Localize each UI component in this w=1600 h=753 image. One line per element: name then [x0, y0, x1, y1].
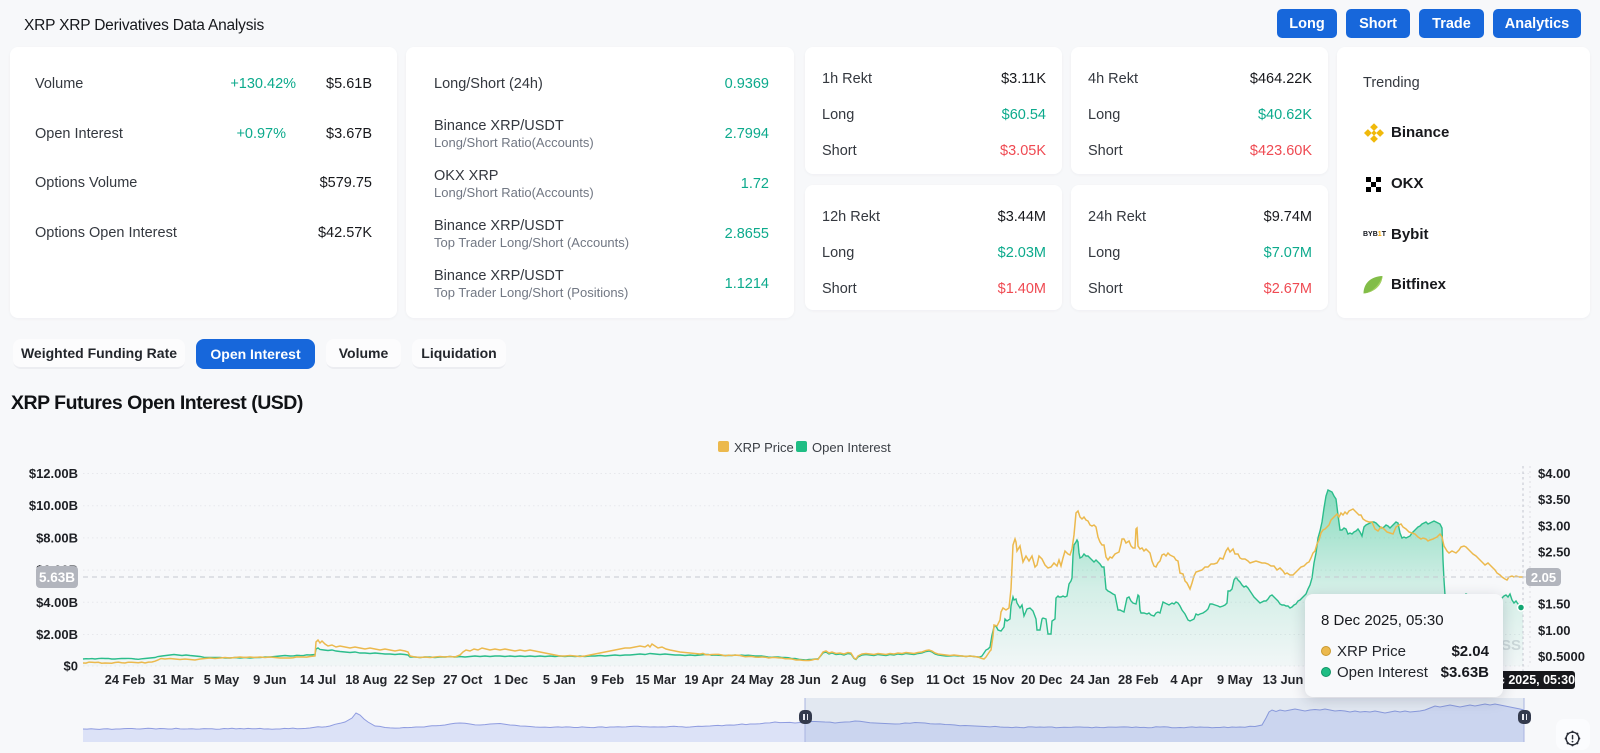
svg-text:1 Dec: 1 Dec [494, 672, 528, 687]
svg-text:28 Feb: 28 Feb [1118, 672, 1159, 687]
svg-text:9 Feb: 9 Feb [591, 672, 625, 687]
svg-text:$4.00B: $4.00B [36, 595, 78, 610]
svg-text:4 Apr: 4 Apr [1170, 672, 1202, 687]
svg-text:$12.00B: $12.00B [29, 466, 78, 481]
svg-text:15 Nov: 15 Nov [973, 672, 1016, 687]
svg-text:2 Aug: 2 Aug [831, 672, 866, 687]
svg-text:31 Mar: 31 Mar [153, 672, 194, 687]
svg-text:$4.00: $4.00 [1538, 466, 1571, 481]
svg-text:$1.50: $1.50 [1538, 597, 1571, 612]
svg-text:6 Sep: 6 Sep [880, 672, 914, 687]
svg-text:$3.00: $3.00 [1538, 518, 1571, 533]
svg-text:5 Jan: 5 Jan [543, 672, 576, 687]
svg-text:24 May: 24 May [731, 672, 775, 687]
svg-text:14 Jul: 14 Jul [300, 672, 336, 687]
svg-text:19 Apr: 19 Apr [684, 672, 723, 687]
svg-text:11 Oct: 11 Oct [926, 672, 965, 687]
svg-text:9 Jun: 9 Jun [253, 672, 287, 687]
svg-text:$8.00B: $8.00B [36, 530, 78, 545]
svg-text:24 Feb: 24 Feb [105, 672, 146, 687]
svg-text:9 May: 9 May [1217, 672, 1253, 687]
svg-text:13 Jun: 13 Jun [1263, 672, 1304, 687]
svg-text:$3.50: $3.50 [1538, 492, 1571, 507]
svg-text:$2.50: $2.50 [1538, 544, 1571, 559]
svg-text:$0.5000: $0.5000 [1538, 649, 1585, 664]
svg-text:$2.00B: $2.00B [36, 627, 78, 642]
svg-text:$0: $0 [64, 659, 78, 674]
svg-text:27 Oct: 27 Oct [443, 672, 483, 687]
svg-text:5 May: 5 May [204, 672, 240, 687]
svg-text:24 Jan: 24 Jan [1070, 672, 1110, 687]
svg-text:22 Sep: 22 Sep [394, 672, 435, 687]
svg-text:$1.00: $1.00 [1538, 623, 1571, 638]
svg-text:28 Jun: 28 Jun [780, 672, 821, 687]
svg-text:20 Dec: 20 Dec [1021, 672, 1062, 687]
svg-text:15 Mar: 15 Mar [636, 672, 677, 687]
svg-text:$10.00B: $10.00B [29, 498, 78, 513]
svg-text:18 Aug: 18 Aug [345, 672, 387, 687]
